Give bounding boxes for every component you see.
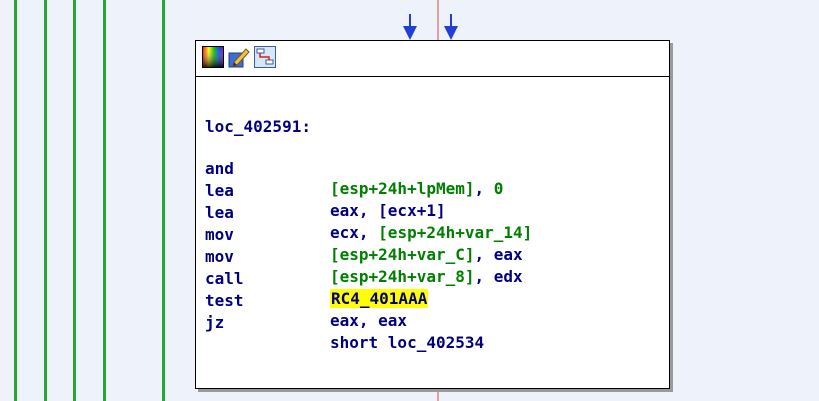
instruction-row[interactable]: test eax, eax [205, 271, 665, 330]
instruction-row[interactable]: mov [esp+24h+var_C], eax [205, 205, 665, 264]
node-toolbar [196, 41, 669, 77]
edge-arrow-down-icon [444, 14, 458, 40]
instruction-row[interactable]: mov [esp+24h+var_8], edx [205, 227, 665, 286]
instruction-mnemonic: jz [205, 313, 225, 332]
instruction-row[interactable]: call RC4_401AAA [205, 249, 665, 308]
instruction-row[interactable]: lea eax, [ecx+1] [205, 161, 665, 220]
instruction-operands: short loc_402534 [330, 333, 484, 353]
instruction-row[interactable]: jz short loc_402534 [205, 293, 665, 352]
graph-node[interactable]: loc_402591: and [esp+24h+lpMem], 0 lea e… [195, 40, 670, 389]
instruction-row[interactable]: lea ecx, [esp+24h+var_14] [205, 183, 665, 242]
graph-edge-green-4 [103, 0, 106, 401]
instruction-row[interactable]: and [esp+24h+lpMem], 0 [205, 139, 665, 198]
edge-arrow-down-icon [403, 14, 417, 40]
instruction-operands: eax, eax [330, 311, 408, 330]
location-label: loc_402591: [205, 117, 311, 136]
jump-target-link[interactable]: short loc_402534 [330, 333, 484, 352]
graph-edge-green-3 [73, 0, 76, 401]
graph-edge-green-5 [162, 0, 165, 401]
edit-node-icon[interactable] [228, 46, 250, 68]
graph-edge-green-1 [14, 0, 17, 401]
color-palette-icon[interactable] [202, 46, 224, 68]
graph-layout-icon[interactable] [254, 46, 276, 68]
graph-edge-green-2 [44, 0, 47, 401]
